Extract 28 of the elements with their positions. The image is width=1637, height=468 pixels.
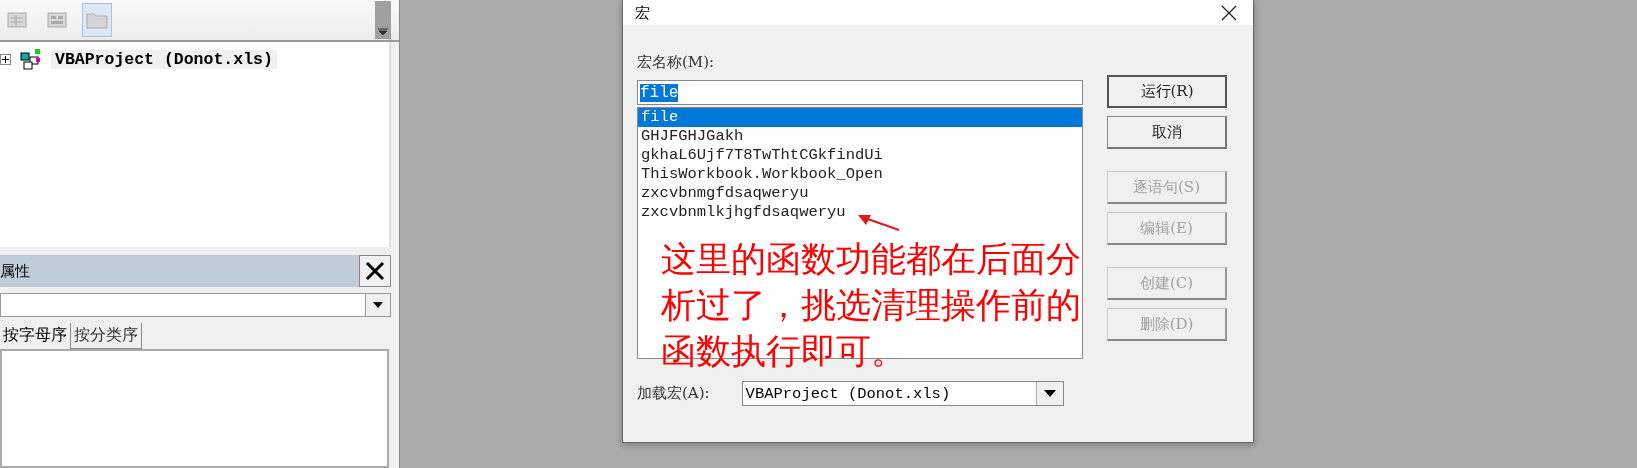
list-item[interactable]: gkhaL6Ujf7T8TwThtCGkfindUi	[638, 146, 1082, 165]
dialog-button[interactable]: 取消	[1107, 116, 1227, 149]
list-item[interactable]: zxcvbnmgfdsaqweryu	[638, 184, 1082, 203]
close-icon[interactable]	[1221, 4, 1237, 21]
close-icon	[364, 260, 386, 282]
annotation-text: 这里的函数功能都在后面分析过了，挑选清理操作前的函数执行即可。	[661, 238, 1082, 373]
dropdown-icon	[373, 302, 383, 308]
location-dropdown[interactable]: VBAProject (Donot.xls)	[741, 381, 1064, 406]
list-item[interactable]: ThisWorkbook.Workbook_Open	[638, 165, 1082, 184]
panel-title: 属性	[0, 261, 30, 281]
close-button[interactable]	[359, 255, 391, 287]
expand-icon[interactable]	[0, 53, 11, 65]
scroll-down-icon	[377, 28, 389, 36]
dialog-button[interactable]: 运行(R)	[1107, 75, 1227, 108]
project-label[interactable]: VBAProject (Donot.xls)	[51, 49, 277, 69]
input-field[interactable]: file	[637, 80, 1083, 105]
list-item[interactable]: zxcvbnmlkjhgfdsaqweryu	[638, 203, 1082, 222]
object-dropdown[interactable]	[0, 293, 391, 317]
list-item[interactable]: file	[638, 108, 1082, 127]
window-title: 宏	[635, 3, 650, 22]
field-label: 加载宏(A):	[637, 384, 710, 403]
annotation-arrow	[857, 212, 901, 232]
tab[interactable]: 按字母序	[0, 323, 71, 349]
field-label: 宏名称(M):	[637, 53, 716, 72]
list-item[interactable]: GHJFGHJGakh	[638, 127, 1082, 146]
dropdown-icon	[1043, 390, 1056, 397]
project-icon	[19, 47, 43, 71]
scroll-button[interactable]	[375, 1, 391, 39]
